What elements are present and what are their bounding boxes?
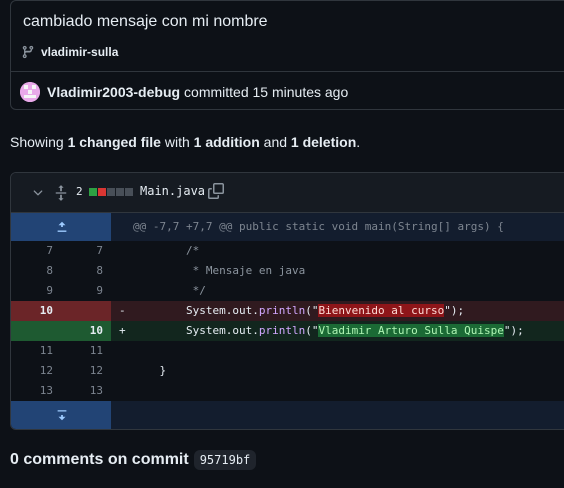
- expand-up-icon[interactable]: [55, 220, 69, 234]
- diff-summary: Showing 1 changed file with 1 addition a…: [10, 134, 360, 150]
- diff-line: 13 13: [11, 381, 564, 401]
- code-text: /*: [185, 244, 200, 257]
- summary-prefix: Showing: [10, 134, 68, 150]
- commit-box: cambiado mensaje con mi nombre vladimir-…: [10, 0, 564, 110]
- summary-suffix: .: [356, 134, 361, 150]
- code-line: System.out.println("Bienvenido al curso"…: [133, 301, 464, 321]
- old-line-number[interactable]: [11, 321, 53, 341]
- diff-line: 7 7 /*: [11, 241, 564, 261]
- new-line-number[interactable]: 13: [61, 381, 103, 401]
- commit-title: cambiado mensaje con mi nombre: [23, 13, 268, 30]
- code-text: ");: [503, 324, 524, 337]
- code-text: System.out.: [185, 324, 259, 337]
- new-line-number[interactable]: 12: [61, 361, 103, 381]
- new-line-number[interactable]: 7: [61, 241, 103, 261]
- chevron-down-icon[interactable]: [31, 186, 45, 200]
- avatar[interactable]: [20, 81, 40, 102]
- commit-sha[interactable]: 95719bf: [193, 450, 257, 470]
- copy-icon[interactable]: [208, 183, 224, 199]
- diff-line-addition: 10 + System.out.println("Vladimir Arturo…: [11, 321, 564, 341]
- code-fn: println: [258, 304, 306, 317]
- new-line-number[interactable]: [61, 301, 103, 321]
- branch-name[interactable]: vladimir-sulla: [41, 45, 118, 59]
- diffstat-block: [98, 188, 106, 196]
- diff-line: 8 8 * Mensaje en java: [11, 261, 564, 281]
- code-line: */: [133, 281, 206, 301]
- file-header: 2 Main.java: [11, 173, 564, 213]
- hunk-header-text: @@ -7,7 +7,7 @@ public static void main(…: [133, 220, 504, 233]
- code-string-added: Vladimir Arturo Sulla Quispe: [318, 324, 504, 337]
- code-text: (": [305, 304, 319, 317]
- diff-line-deletion: 10 - System.out.println("Bienvenido al c…: [11, 301, 564, 321]
- file-name-link[interactable]: Main.java: [140, 184, 205, 198]
- summary-deletions: 1 deletion: [290, 134, 357, 150]
- hunk-header-row: @@ -7,7 +7,7 @@ public static void main(…: [11, 213, 564, 241]
- comments-heading: 0 comments on commit 95719bf: [10, 450, 257, 470]
- code-line: /*: [133, 241, 199, 261]
- branch-row[interactable]: vladimir-sulla: [21, 45, 118, 59]
- summary-additions: 1 addition: [193, 134, 260, 150]
- commit-meta: Vladimir2003-debug committed 15 minutes …: [11, 71, 564, 109]
- diffstat: [89, 188, 133, 196]
- old-line-number[interactable]: 11: [11, 341, 53, 361]
- summary-with: with: [160, 134, 194, 150]
- code-text: */: [185, 284, 206, 297]
- change-count: 2: [76, 185, 83, 198]
- diff-line: 12 12 }: [11, 361, 564, 381]
- diffstat-block: [116, 188, 124, 196]
- summary-changed: 1 changed file: [67, 134, 161, 150]
- file-diff: 2 Main.java @@ -7,7 +7,7 @@ public stati…: [10, 172, 564, 430]
- diffstat-block: [125, 188, 133, 196]
- commit-time-text: committed 15 minutes ago: [184, 83, 349, 100]
- expand-down-row: [11, 401, 564, 429]
- diff-line: 11 11: [11, 341, 564, 361]
- new-line-number[interactable]: 10: [61, 321, 103, 341]
- code-text: }: [159, 364, 167, 377]
- new-line-number[interactable]: 11: [61, 341, 103, 361]
- diff-table: @@ -7,7 +7,7 @@ public static void main(…: [11, 213, 564, 429]
- diff-sign: +: [119, 324, 126, 337]
- diff-sign: -: [119, 304, 126, 317]
- code-line: }: [133, 361, 167, 381]
- diffstat-block: [107, 188, 115, 196]
- old-line-number[interactable]: 12: [11, 361, 53, 381]
- unfold-icon[interactable]: [54, 184, 68, 202]
- code-line: System.out.println("Vladimir Arturo Sull…: [133, 321, 524, 341]
- diffstat-block: [89, 188, 97, 196]
- old-line-number[interactable]: 8: [11, 261, 53, 281]
- code-text: * Mensaje en java: [185, 264, 306, 277]
- diff-line: 9 9 */: [11, 281, 564, 301]
- old-line-number[interactable]: 13: [11, 381, 53, 401]
- code-fn: println: [258, 324, 306, 337]
- code-string-deleted: Bienvenido al curso: [318, 304, 445, 317]
- summary-and: and: [259, 134, 291, 150]
- code-line: * Mensaje en java: [133, 261, 306, 281]
- old-line-number[interactable]: 9: [11, 281, 53, 301]
- commit-author-link[interactable]: Vladimir2003-debug: [47, 84, 180, 100]
- comments-label: 0 comments on commit: [10, 451, 189, 468]
- old-line-number[interactable]: 10: [11, 301, 53, 321]
- expand-down-icon[interactable]: [55, 408, 69, 422]
- git-branch-icon: [21, 45, 35, 59]
- new-line-number[interactable]: 9: [61, 281, 103, 301]
- code-text: (": [305, 324, 319, 337]
- old-line-number[interactable]: 7: [11, 241, 53, 261]
- new-line-number[interactable]: 8: [61, 261, 103, 281]
- code-text: System.out.: [185, 304, 259, 317]
- code-text: ");: [444, 304, 465, 317]
